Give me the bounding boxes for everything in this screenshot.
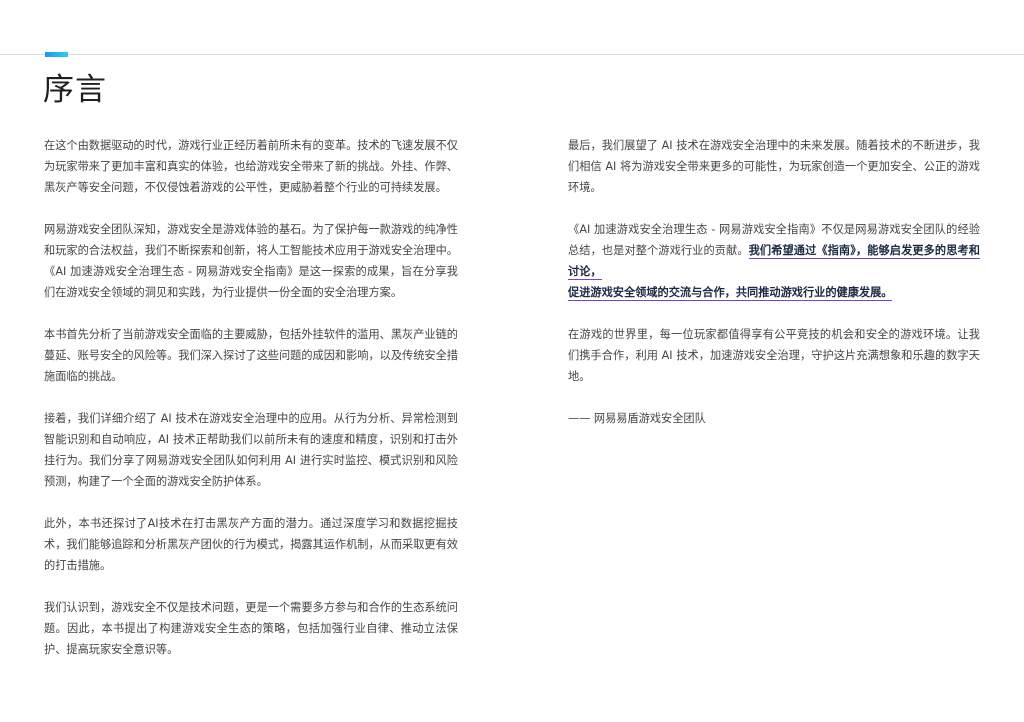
signature: —— 网易易盾游戏安全团队 xyxy=(568,412,706,425)
paragraph: 网易游戏安全团队深知，游戏安全是游戏体验的基石。为了保护每一款游戏的纯净性和玩家… xyxy=(44,223,458,299)
left-column: 在这个由数据驱动的时代，游戏行业正经历着前所未有的变革。技术的飞速发展不仅为玩家… xyxy=(44,135,458,681)
emphasis-text: 促进游戏安全领域的交流与合作，共同推动游戏行业的健康发展。 xyxy=(568,286,893,301)
paragraph: 在游戏的世界里，每一位玩家都值得享有公平竞技的机会和安全的游戏环境。让我们携手合… xyxy=(568,328,980,383)
paragraph: 此外，本书还探讨了AI技术在打击黑灰产方面的潜力。通过深度学习和数据挖掘技术，我… xyxy=(44,517,458,572)
page-title: 序言 xyxy=(43,72,107,108)
paragraph: 本书首先分析了当前游戏安全面临的主要威胁，包括外挂软件的滥用、黑灰产业链的蔓延、… xyxy=(44,328,458,383)
paragraph: 在这个由数据驱动的时代，游戏行业正经历着前所未有的变革。技术的飞速发展不仅为玩家… xyxy=(44,139,458,194)
right-column: 最后，我们展望了 AI 技术在游戏安全治理中的未来发展。随着技术的不断进步，我们… xyxy=(568,135,980,450)
page: 序言 在这个由数据驱动的时代，游戏行业正经历着前所未有的变革。技术的飞速发展不仅… xyxy=(0,0,1024,722)
paragraph-with-emphasis: 《AI 加速游戏安全治理生态 - 网易游戏安全指南》不仅是网易游戏安全团队的经验… xyxy=(568,219,980,303)
paragraph: 我们认识到，游戏安全不仅是技术问题，更是一个需要多方参与和合作的生态系统问题。因… xyxy=(44,601,458,656)
top-divider xyxy=(0,54,1024,55)
paragraph: 最后，我们展望了 AI 技术在游戏安全治理中的未来发展。随着技术的不断进步，我们… xyxy=(568,139,980,194)
paragraph: 接着，我们详细介绍了 AI 技术在游戏安全治理中的应用。从行为分析、异常检测到智… xyxy=(44,412,458,488)
title-accent-bar xyxy=(45,52,68,57)
